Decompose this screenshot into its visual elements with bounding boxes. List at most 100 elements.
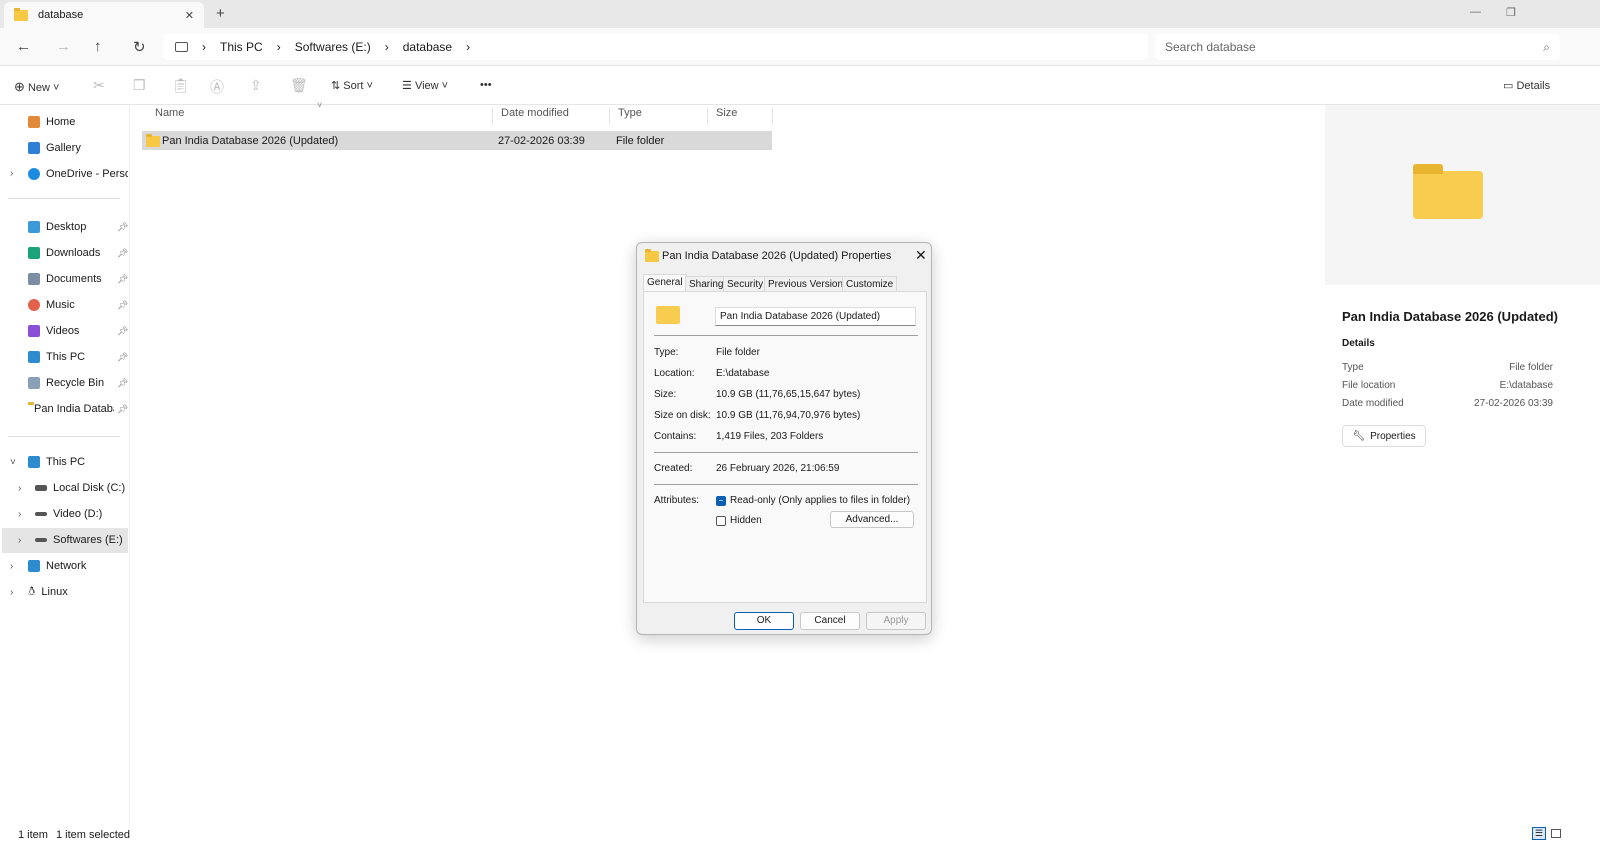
advanced-button[interactable]: Advanced... bbox=[830, 511, 914, 528]
dialog-title: Pan India Database 2026 (Updated) Proper… bbox=[662, 250, 892, 262]
attributes-label: Attributes: bbox=[654, 495, 700, 506]
expand-chevron[interactable]: › bbox=[10, 561, 13, 572]
sidebar-item-label: Local Disk (C:) bbox=[53, 482, 126, 494]
sidebar-item-video-d[interactable]: Video (D:) bbox=[35, 503, 135, 525]
cut-icon[interactable]: ✂ bbox=[93, 77, 105, 94]
breadcrumb-database[interactable]: database bbox=[403, 40, 452, 54]
column-header-type[interactable]: Type bbox=[610, 107, 708, 125]
sidebar-item-downloads[interactable]: Downloads bbox=[28, 242, 128, 264]
home-icon bbox=[28, 116, 40, 128]
details-view-icon[interactable]: ☰ bbox=[1532, 827, 1546, 840]
breadcrumb-softwares[interactable]: Softwares (E:) bbox=[295, 40, 371, 54]
tab-customize[interactable]: Customize bbox=[842, 276, 898, 292]
tiles-view-icon[interactable] bbox=[1551, 829, 1561, 838]
tab-database[interactable]: database ✕ bbox=[4, 2, 204, 28]
chevron-right-icon: › bbox=[384, 40, 389, 54]
tab-title: database bbox=[38, 9, 84, 21]
prop-value: File folder bbox=[716, 347, 760, 358]
table-row[interactable]: Pan India Database 2026 (Updated) 27-02-… bbox=[142, 131, 772, 150]
address-bar[interactable]: › This PC › Softwares (E:) › database › bbox=[163, 34, 1148, 60]
sidebar-item-videos[interactable]: Videos bbox=[28, 320, 128, 342]
cancel-button[interactable]: Cancel bbox=[800, 612, 860, 630]
tab-general[interactable]: General bbox=[643, 274, 687, 292]
tab-bar: database ✕ + — ❐ bbox=[0, 0, 1600, 28]
sidebar-item-label: Music bbox=[46, 299, 75, 311]
more-button[interactable]: ••• bbox=[480, 79, 492, 91]
ok-button[interactable]: OK bbox=[734, 612, 794, 630]
sidebar-item-local-disk-c[interactable]: Local Disk (C:) bbox=[35, 477, 135, 499]
properties-label: Properties bbox=[1370, 430, 1416, 442]
restore-button[interactable]: ❐ bbox=[1506, 6, 1516, 19]
apply-button[interactable]: Apply bbox=[866, 612, 926, 630]
view-button[interactable]: ☰ View ˅ bbox=[402, 79, 448, 92]
download-icon bbox=[28, 247, 40, 259]
prop-label: Size: bbox=[654, 389, 677, 400]
sort-chevron-icon: ˅ bbox=[317, 100, 323, 110]
properties-button[interactable]: 🔧︎ Properties bbox=[1342, 425, 1426, 447]
pin-icon: 📌︎ bbox=[117, 222, 129, 232]
prop-label: Type: bbox=[654, 347, 679, 358]
search-icon: ⌕ bbox=[1543, 39, 1550, 54]
hidden-checkbox[interactable]: Hidden bbox=[716, 515, 762, 526]
details-pane-icon: ▭ bbox=[1503, 80, 1514, 92]
column-header-size[interactable]: Size bbox=[708, 107, 773, 125]
back-button[interactable]: ← bbox=[16, 38, 31, 55]
search-placeholder: Search database bbox=[1165, 40, 1256, 54]
expand-chevron[interactable]: › bbox=[18, 509, 21, 520]
expand-chevron[interactable]: › bbox=[10, 587, 13, 598]
prop-label: Contains: bbox=[654, 431, 697, 442]
copy-icon[interactable]: ❐ bbox=[133, 77, 146, 94]
sidebar-item-onedrive[interactable]: OneDrive - Personal bbox=[28, 163, 128, 185]
tab-previous-versions[interactable]: Previous Versions bbox=[764, 276, 853, 292]
pin-icon: 📌︎ bbox=[117, 248, 129, 258]
search-input[interactable]: Search database ⌕ bbox=[1155, 34, 1560, 60]
share-icon[interactable]: ⇪ bbox=[250, 77, 262, 94]
column-header-date[interactable]: Date modified bbox=[493, 107, 610, 125]
up-button[interactable]: ↑ bbox=[94, 38, 102, 55]
sidebar-item-this-pc-tree[interactable]: This PC bbox=[28, 451, 128, 473]
new-tab-button[interactable]: + bbox=[216, 5, 225, 22]
sidebar-item-recycle-bin[interactable]: Recycle Bin bbox=[28, 372, 128, 394]
folder-name-input[interactable]: Pan India Database 2026 (Updated) bbox=[715, 307, 916, 326]
collapse-chevron[interactable]: ˅ bbox=[10, 457, 16, 468]
gallery-icon bbox=[28, 142, 40, 154]
sidebar-item-gallery[interactable]: Gallery bbox=[28, 137, 128, 159]
sidebar-item-desktop[interactable]: Desktop bbox=[28, 216, 128, 238]
refresh-button[interactable]: ↻ bbox=[133, 38, 146, 56]
details-button[interactable]: ▭ Details bbox=[1503, 79, 1550, 92]
chevron-right-icon: › bbox=[276, 40, 281, 54]
detail-row: File location E:\database bbox=[1342, 380, 1553, 391]
tab-sharing[interactable]: Sharing bbox=[685, 276, 728, 292]
minimize-button[interactable]: — bbox=[1470, 6, 1481, 18]
paste-icon[interactable]: 📋︎ bbox=[172, 77, 190, 94]
readonly-checkbox[interactable]: − Read-only (Only applies to files in fol… bbox=[716, 495, 910, 506]
sidebar-item-network[interactable]: Network bbox=[28, 555, 128, 577]
expand-chevron[interactable]: › bbox=[18, 535, 21, 546]
sidebar-item-pan-india[interactable]: Pan India Database 2026 (Updated) bbox=[28, 398, 114, 420]
forward-button[interactable]: → bbox=[56, 38, 71, 55]
new-button[interactable]: ⊕ New ˅ bbox=[14, 79, 59, 95]
sidebar-item-home[interactable]: Home bbox=[28, 111, 128, 133]
status-bar: 1 item 1 item selected ☰ bbox=[0, 825, 1600, 857]
close-dialog-button[interactable]: ✕ bbox=[915, 247, 927, 264]
sidebar-item-documents[interactable]: Documents bbox=[28, 268, 128, 290]
tab-security[interactable]: Security bbox=[723, 276, 768, 292]
sidebar-item-this-pc[interactable]: This PC bbox=[28, 346, 128, 368]
item-count: 1 item bbox=[18, 829, 48, 841]
prop-label: Location: bbox=[654, 368, 695, 379]
sidebar-item-music[interactable]: Music bbox=[28, 294, 128, 316]
sort-button[interactable]: ⇅ Sort ˅ bbox=[331, 79, 373, 92]
sidebar-item-linux[interactable]: 🐧︎ Linux bbox=[28, 581, 128, 603]
close-tab-button[interactable]: ✕ bbox=[185, 9, 194, 22]
sidebar-item-softwares-e[interactable]: Softwares (E:) bbox=[35, 529, 135, 551]
expand-chevron[interactable]: › bbox=[18, 483, 21, 494]
navigation-pane: Home Gallery › OneDrive - Personal Deskt… bbox=[0, 105, 130, 825]
sort-label: Sort bbox=[343, 80, 364, 92]
sidebar-item-label: Recycle Bin bbox=[46, 377, 105, 389]
rename-icon[interactable]: Ⓐ bbox=[210, 77, 224, 97]
prop-value: 10.9 GB (11,76,94,70,976 bytes) bbox=[716, 410, 861, 421]
details-section: Details bbox=[1342, 338, 1375, 349]
delete-icon[interactable]: 🗑︎ bbox=[290, 77, 308, 94]
breadcrumb-this-pc[interactable]: This PC bbox=[220, 40, 263, 54]
expand-chevron[interactable]: › bbox=[10, 168, 13, 179]
